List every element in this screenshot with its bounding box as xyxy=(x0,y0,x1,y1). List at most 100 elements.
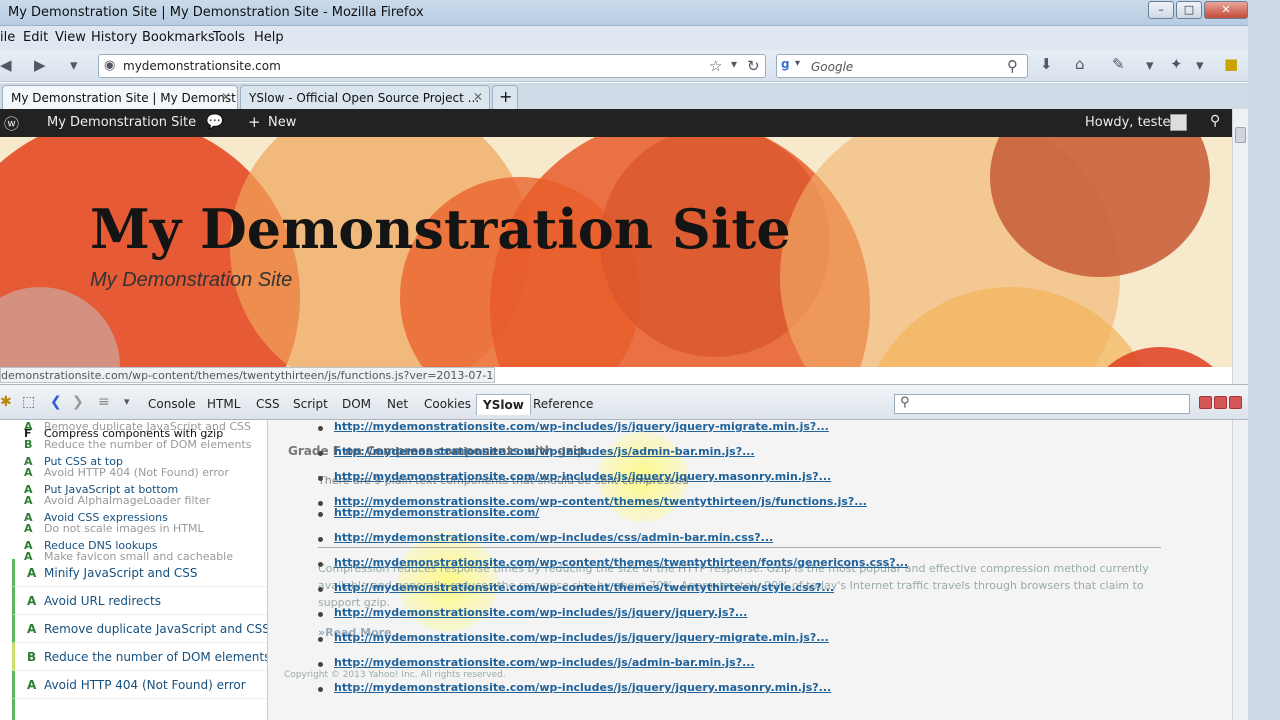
list-bullet xyxy=(318,451,323,456)
maximize-button[interactable]: □ xyxy=(1176,1,1202,19)
tab-console[interactable]: Console xyxy=(148,397,196,411)
avatar[interactable] xyxy=(1170,114,1187,131)
menu-edit[interactable]: Edit xyxy=(23,30,48,45)
minimize-button[interactable]: – xyxy=(1148,1,1174,19)
menu-history[interactable]: History xyxy=(91,30,137,45)
tab-script[interactable]: Script xyxy=(293,397,328,411)
rule-item[interactable]: A Remove duplicate JavaScript and CSS xyxy=(12,615,267,643)
tab-net[interactable]: Net xyxy=(387,397,408,411)
comments-icon[interactable]: 💬 xyxy=(206,114,223,130)
yslow-rules-list: A Remove duplicate JavaScript and CSS F Co… xyxy=(0,420,268,720)
rule-item[interactable] xyxy=(12,699,267,720)
scroll-thumb[interactable] xyxy=(1235,127,1246,143)
url-dropdown-icon[interactable]: ▾ xyxy=(731,57,737,71)
forward-arrow-icon[interactable]: ❯ xyxy=(72,394,84,410)
component-link[interactable]: http://mydemonstrationsite.com/wp-includ… xyxy=(334,445,755,458)
component-link[interactable]: http://mydemonstrationsite.com/wp-includ… xyxy=(334,631,829,644)
page-scrollbar[interactable] xyxy=(1232,109,1248,384)
component-link[interactable]: http://mydemonstrationsite.com/ xyxy=(334,506,539,519)
admin-new[interactable]: New xyxy=(268,115,296,130)
bookmark-star-icon[interactable]: ☆ xyxy=(709,57,722,75)
wp-admin-bar: ⓦ My Demonstration Site 💬 + New Howdy, t… xyxy=(0,109,1232,137)
menu-tools[interactable]: Tools xyxy=(213,30,245,45)
rule-item[interactable]: A Avoid URL redirects xyxy=(12,587,267,615)
google-icon[interactable]: g xyxy=(781,57,790,71)
firebug-bug-icon[interactable]: ✱ xyxy=(0,394,12,410)
component-link[interactable]: http://mydemonstrationsite.com/wp-conten… xyxy=(334,556,908,569)
menu-dropdown-icon[interactable]: ▾ xyxy=(1196,56,1204,74)
search-icon[interactable]: ⚲ xyxy=(1007,57,1018,75)
yslow-details-panel: Grade F on Compress components with gzip… xyxy=(268,420,1232,720)
tab-yslow[interactable]: YSlow xyxy=(476,394,531,415)
component-link[interactable]: http://mydemonstrationsite.com/wp-includ… xyxy=(334,606,747,619)
new-tab-button[interactable]: + xyxy=(492,85,518,109)
tab-reference[interactable]: Reference xyxy=(533,397,593,411)
component-link[interactable]: http://mydemonstrationsite.com/wp-conten… xyxy=(334,581,834,594)
window-titlebar: My Demonstration Site | My Demonstration… xyxy=(0,0,1280,26)
search-engine-dropdown-icon[interactable]: ▾ xyxy=(795,58,800,69)
panel-dropdown-icon[interactable]: ▾ xyxy=(124,395,130,408)
url-bar[interactable]: ◉ mydemonstrationsite.com ☆ ▾ ↻ xyxy=(98,54,766,78)
rule-item[interactable]: B Reduce the number of DOM elements xyxy=(12,438,267,452)
close-window-button[interactable]: ✕ xyxy=(1204,1,1248,19)
addon-dropdown-icon[interactable]: ▾ xyxy=(1146,56,1154,74)
folder-icon[interactable]: ■ xyxy=(1224,55,1238,73)
rule-item[interactable]: A Do not scale images in HTML xyxy=(12,522,267,536)
list-bullet xyxy=(318,612,323,617)
plus-icon[interactable]: + xyxy=(248,113,261,131)
site-title[interactable]: My Demonstration Site xyxy=(90,197,791,261)
details-scrollbar[interactable] xyxy=(1232,420,1248,720)
list-bullet xyxy=(318,687,323,692)
close-tab-icon[interactable]: ✕ xyxy=(221,90,231,104)
list-icon[interactable]: ≡ xyxy=(98,394,110,410)
inspect-icon[interactable]: ⬚ xyxy=(22,394,35,410)
rule-item[interactable]: A Minify JavaScript and CSS xyxy=(12,559,267,587)
wordpress-logo-icon[interactable]: ⓦ xyxy=(4,113,19,134)
rule-item[interactable]: B Reduce the number of DOM elements xyxy=(12,643,267,671)
menu-view[interactable]: View xyxy=(55,30,86,45)
tab-dom[interactable]: DOM xyxy=(342,397,371,411)
site-header: My Demonstration Site My Demonstration S… xyxy=(0,137,1232,367)
tab-html[interactable]: HTML xyxy=(207,397,240,411)
admin-search-icon[interactable]: ⚲ xyxy=(1210,113,1220,129)
forward-icon[interactable]: ▶ xyxy=(34,56,46,74)
list-bullet xyxy=(318,637,323,642)
firebug-icon[interactable]: ✎ xyxy=(1112,55,1125,73)
download-icon[interactable]: ⬇ xyxy=(1040,55,1053,73)
tab-my-demonstration-site[interactable]: My Demonstration Site | My Demonst... ✕ xyxy=(2,85,238,109)
component-link[interactable]: http://mydemonstrationsite.com/wp-includ… xyxy=(334,470,831,483)
menu-help[interactable]: Help xyxy=(254,30,284,45)
rule-item[interactable]: A Avoid HTTP 404 (Not Found) error xyxy=(12,671,267,699)
search-input[interactable]: g ▾ Google ⚲ xyxy=(776,54,1028,78)
firebug-close-button[interactable] xyxy=(1229,396,1242,409)
component-link[interactable]: http://mydemonstrationsite.com/wp-includ… xyxy=(334,420,829,433)
back-arrow-icon[interactable]: ❮ xyxy=(50,394,62,410)
admin-howdy[interactable]: Howdy, tester xyxy=(1085,115,1176,130)
search-icon: ⚲ xyxy=(900,395,910,410)
admin-site-name[interactable]: My Demonstration Site xyxy=(47,115,196,130)
tab-cookies[interactable]: Cookies xyxy=(424,397,471,411)
component-link[interactable]: http://mydemonstrationsite.com/wp-includ… xyxy=(334,656,755,669)
component-link[interactable]: http://mydemonstrationsite.com/wp-includ… xyxy=(334,531,773,544)
close-tab-icon[interactable]: ✕ xyxy=(473,90,483,104)
tab-bar: My Demonstration Site | My Demonst... ✕ … xyxy=(0,83,1280,109)
tab-yslow[interactable]: YSlow - Official Open Source Project ...… xyxy=(240,85,490,109)
firebug-search-input[interactable]: ⚲ xyxy=(894,394,1190,414)
home-icon[interactable]: ⌂ xyxy=(1075,55,1085,73)
history-dropdown-icon[interactable]: ▾ xyxy=(70,56,78,74)
navigation-bar: ◀ ▶ ▾ ◉ mydemonstrationsite.com ☆ ▾ ↻ g … xyxy=(0,50,1280,82)
reload-icon[interactable]: ↻ xyxy=(747,57,760,75)
divider xyxy=(318,547,1161,548)
tab-css[interactable]: CSS xyxy=(256,397,280,411)
back-icon[interactable]: ◀ xyxy=(0,56,12,74)
firebug-detach-button[interactable] xyxy=(1214,396,1227,409)
menu-bookmarks[interactable]: Bookmarks xyxy=(142,30,215,45)
yslow-icon[interactable]: ✦ xyxy=(1170,55,1183,73)
copyright: Copyright © 2013 Yahoo! Inc. All rights … xyxy=(284,670,506,680)
component-link[interactable]: http://mydemonstrationsite.com/wp-includ… xyxy=(334,681,831,694)
firebug-minimize-button[interactable] xyxy=(1199,396,1212,409)
menu-file[interactable]: ile xyxy=(0,30,15,45)
rule-item[interactable]: A Avoid HTTP 404 (Not Found) error xyxy=(12,466,267,480)
tab-label: YSlow - Official Open Source Project ... xyxy=(249,91,480,105)
rule-item[interactable]: A Avoid AlphaImageLoader filter xyxy=(12,494,267,508)
